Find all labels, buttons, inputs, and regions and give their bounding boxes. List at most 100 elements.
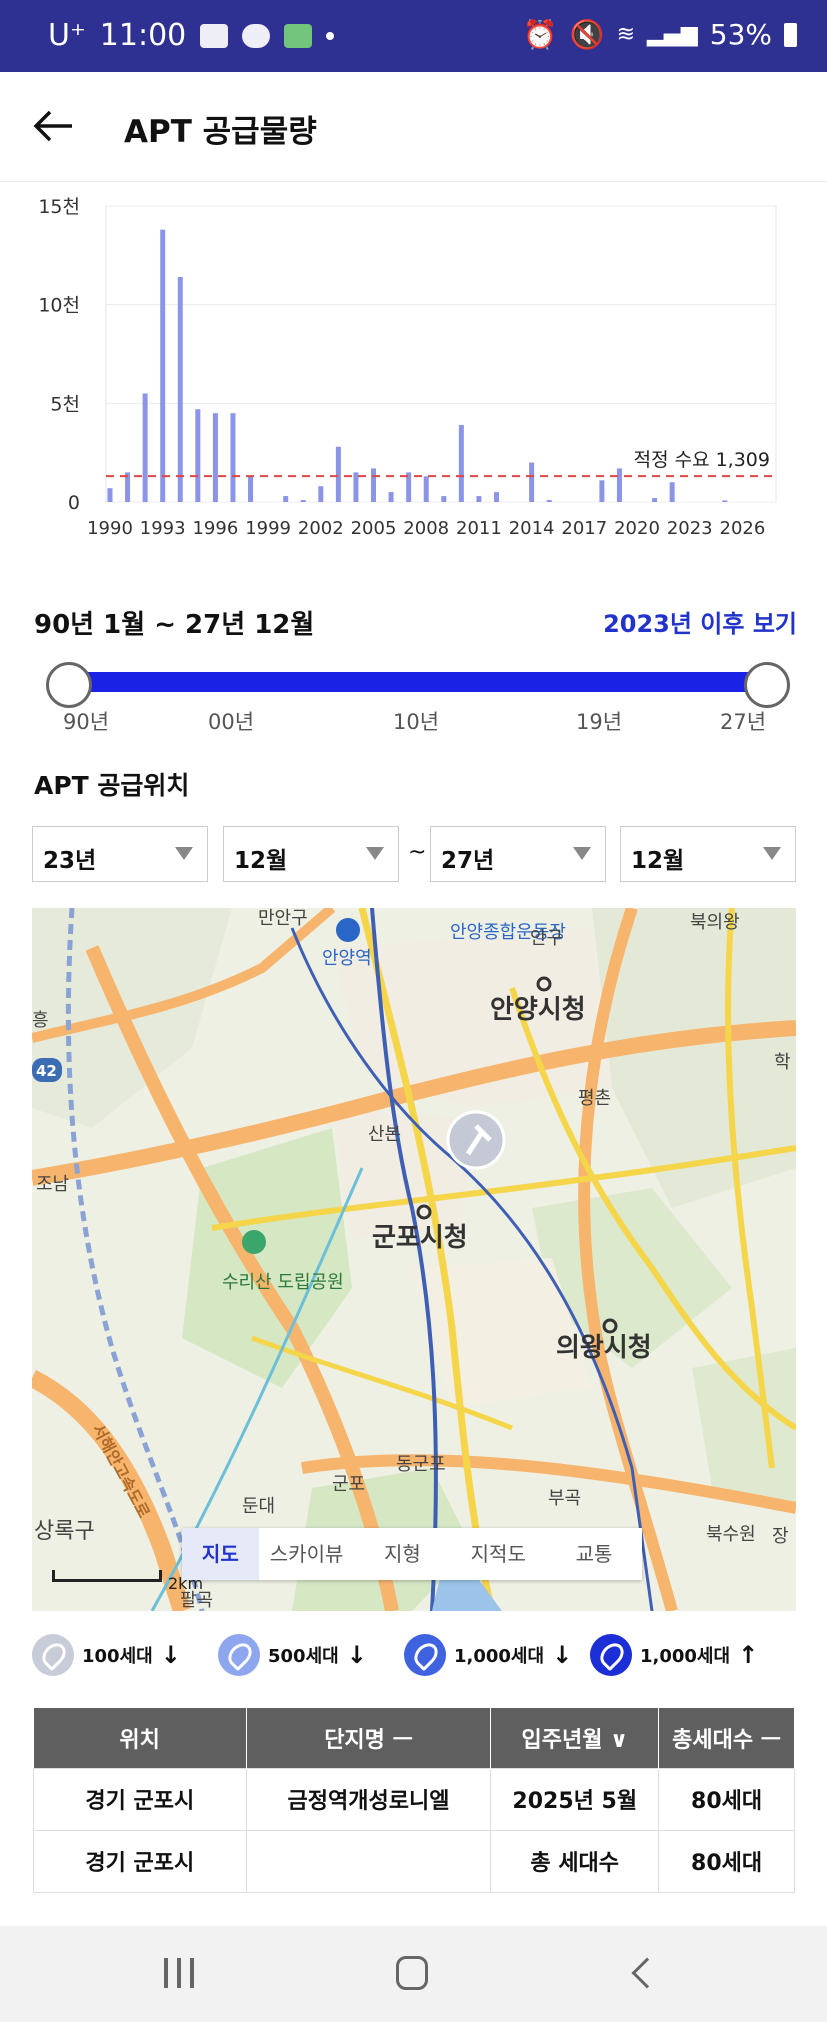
to-year-select[interactable]: 27년 bbox=[430, 826, 606, 882]
subway-station-icon bbox=[336, 918, 360, 942]
table-cell: 경기 군포시 bbox=[33, 1829, 247, 1893]
bar bbox=[616, 468, 622, 502]
date-filter: 23년 12월 ~ 27년 12월 bbox=[32, 826, 796, 882]
mute-icon: 🔇 bbox=[569, 18, 605, 51]
supply-bar-chart: 0 5천 10천 15천 1990 1993 1996 1999 2002 2005 2008 201… bbox=[38, 196, 777, 539]
maps-notification-icon bbox=[284, 23, 313, 48]
table-cell: 총 세대수 bbox=[490, 1829, 660, 1893]
map-label: 산본 bbox=[368, 1124, 401, 1145]
carrier-label: U⁺ bbox=[48, 18, 86, 53]
map-label: 팔곡 bbox=[180, 1590, 213, 1611]
table-row[interactable]: 경기 군포시 금정역개성로니엘 2025년 5월 80세대 bbox=[33, 1767, 795, 1831]
y-tick-label: 10천 bbox=[38, 295, 80, 317]
bar bbox=[493, 492, 499, 502]
map-label: 상록구 bbox=[34, 1519, 95, 1544]
table-cell: 80세대 bbox=[658, 1767, 795, 1831]
x-tick-label: 2002 bbox=[298, 518, 344, 539]
y-tick-label: 0 bbox=[68, 492, 80, 514]
supply-chart: 0 5천 10천 15천 1990 1993 1996 1999 2002 2005 2008 201… bbox=[0, 182, 827, 562]
legend-label: 100세대 bbox=[82, 1646, 153, 1667]
map-label: 수리산 도립공원 bbox=[222, 1272, 344, 1293]
map-label: 흥 bbox=[32, 1010, 49, 1031]
legend-label: 500세대 bbox=[268, 1646, 339, 1667]
pin-500-icon bbox=[218, 1634, 260, 1676]
map-tab-skyview[interactable]: 스카이뷰 bbox=[259, 1528, 355, 1580]
x-tick-label: 1996 bbox=[192, 518, 238, 539]
from-month-select[interactable]: 12월 bbox=[223, 826, 399, 882]
map-label: 만안구 bbox=[258, 908, 308, 929]
map-label: 군포 bbox=[332, 1474, 365, 1495]
system-back-icon[interactable] bbox=[631, 1957, 663, 1989]
battery-percent: 53% bbox=[709, 18, 772, 51]
bar bbox=[599, 480, 605, 502]
bar bbox=[652, 498, 658, 502]
map-label: 안구 bbox=[530, 928, 563, 949]
slider-label: 90년 bbox=[62, 710, 110, 734]
x-tick-label: 1990 bbox=[87, 518, 133, 539]
x-tick-label: 2026 bbox=[720, 518, 766, 539]
map-tab-cadastral[interactable]: 지적도 bbox=[450, 1528, 546, 1580]
column-header-complex[interactable]: 단지명 ㅡ bbox=[246, 1708, 492, 1768]
map-label: 군포시청 bbox=[372, 1223, 468, 1253]
x-tick-label: 1993 bbox=[140, 518, 186, 539]
back-arrow-icon[interactable] bbox=[32, 106, 76, 146]
slider-label: 27년 bbox=[719, 710, 767, 734]
map-label: 둔대 bbox=[242, 1496, 275, 1517]
table-cell: 2025년 5월 bbox=[490, 1767, 660, 1831]
slider-label: 10년 bbox=[392, 710, 440, 734]
legend-item: 1,000세대 ↓ bbox=[404, 1634, 572, 1676]
apartment-location-pin[interactable] bbox=[446, 1110, 506, 1170]
column-header-households[interactable]: 총세대수 ㅡ bbox=[658, 1708, 795, 1768]
bar bbox=[546, 500, 552, 502]
to-month-value: 12월 bbox=[631, 848, 685, 874]
pin-100-icon bbox=[32, 1634, 74, 1676]
column-header-location[interactable]: 위치 bbox=[33, 1708, 247, 1768]
bar bbox=[441, 496, 447, 502]
map-canvas[interactable]: 안양시청 군포시청 의왕시청 안양역 안양종합운동장 수리산 도립공원 산본 평… bbox=[32, 908, 796, 1611]
down-arrow-icon: ↓ bbox=[552, 1641, 573, 1669]
map-type-tabs: 지도 스카이뷰 지형 지적도 교통 bbox=[182, 1528, 642, 1580]
dropdown-arrow-icon bbox=[573, 847, 591, 860]
to-month-select[interactable]: 12월 bbox=[620, 826, 796, 882]
table-cell: 80세대 bbox=[658, 1829, 795, 1893]
range-title: 90년 1월 ~ 27년 12월 bbox=[34, 610, 315, 640]
from-month-value: 12월 bbox=[234, 848, 288, 874]
x-tick-label: 2023 bbox=[667, 518, 713, 539]
legend-item: 1,000세대 ↑ bbox=[590, 1634, 758, 1676]
range-separator: ~ bbox=[408, 840, 427, 865]
map-label: 조남 bbox=[36, 1174, 69, 1195]
map-tab-traffic[interactable]: 교통 bbox=[546, 1528, 642, 1580]
map-label: 안양역 bbox=[322, 948, 372, 969]
map-label: 부곡 bbox=[548, 1488, 581, 1509]
legend-item: 500세대 ↓ bbox=[218, 1634, 367, 1676]
slider-end-handle[interactable] bbox=[744, 662, 790, 708]
map-label: 북수원 bbox=[706, 1524, 756, 1545]
pin-legend: 100세대 ↓ 500세대 ↓ 1,000세대 ↓ 1,000세대 ↑ bbox=[32, 1630, 796, 1690]
slider-start-handle[interactable] bbox=[46, 662, 92, 708]
home-icon[interactable] bbox=[396, 1956, 428, 1990]
map-label: 학 bbox=[774, 1052, 791, 1073]
status-bar: U⁺ 11:00 ⏰ 🔇 ≋ ▂▄▆ 53% bbox=[0, 0, 827, 72]
slider-label: 00년 bbox=[207, 710, 255, 734]
from-year-select[interactable]: 23년 bbox=[32, 826, 208, 882]
map-tab-terrain[interactable]: 지형 bbox=[355, 1528, 451, 1580]
map-view[interactable]: 안양시청 군포시청 의왕시청 안양역 안양종합운동장 수리산 도립공원 산본 평… bbox=[32, 908, 796, 1611]
legend-label: 1,000세대 bbox=[640, 1646, 731, 1667]
recent-apps-icon[interactable] bbox=[164, 1958, 203, 1992]
pin-1000-icon bbox=[404, 1634, 446, 1676]
after-2023-link[interactable]: 2023년 이후 보기 bbox=[603, 604, 797, 639]
down-arrow-icon: ↓ bbox=[160, 1641, 181, 1669]
park-icon bbox=[242, 1230, 266, 1254]
bar bbox=[669, 482, 675, 502]
bar bbox=[300, 500, 306, 502]
map-tab-map[interactable]: 지도 bbox=[182, 1528, 259, 1580]
column-header-move-in[interactable]: 입주년월 ∨ bbox=[490, 1708, 660, 1768]
cloud-notification-icon bbox=[242, 23, 271, 48]
bar bbox=[107, 488, 113, 502]
map-label: 의왕시청 bbox=[556, 1333, 652, 1363]
from-year-value: 23년 bbox=[43, 848, 97, 874]
alarm-icon: ⏰ bbox=[522, 18, 558, 51]
slider-labels: 90년 00년 10년 19년 27년 bbox=[0, 706, 827, 740]
bar bbox=[388, 492, 394, 502]
bar bbox=[371, 468, 377, 502]
